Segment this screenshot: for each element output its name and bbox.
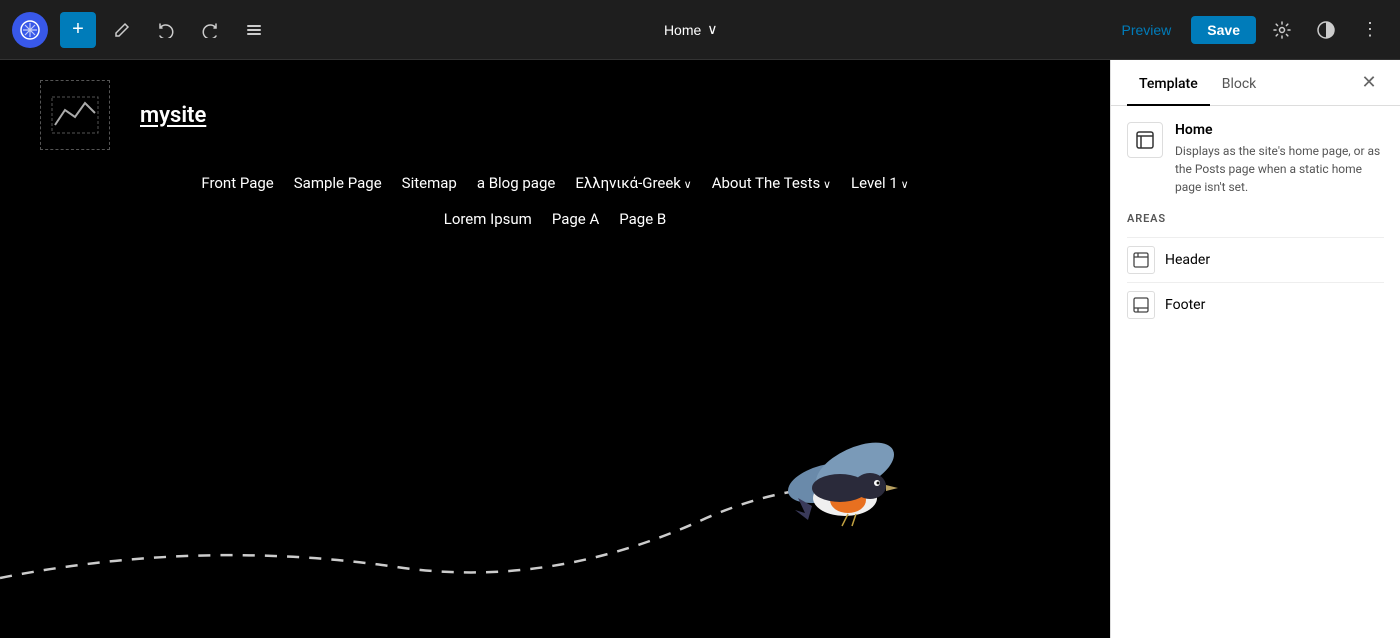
toolbar-right: Preview Save ⋮ xyxy=(1110,12,1389,48)
nav-item-page-b[interactable]: Page B xyxy=(619,206,666,232)
edit-button[interactable] xyxy=(104,12,140,48)
redo-button[interactable] xyxy=(192,12,228,48)
nav-menu-row2: Lorem Ipsum Page A Page B xyxy=(0,206,1110,242)
nav-item-level1[interactable]: Level 1 xyxy=(851,170,909,196)
footer-area-label: Footer xyxy=(1165,297,1205,313)
header-area-label: Header xyxy=(1165,252,1210,268)
style-button[interactable] xyxy=(1308,12,1344,48)
home-description: Displays as the site's home page, or as … xyxy=(1175,142,1384,196)
right-panel: Template Block ✕ Home Displays as the si… xyxy=(1110,60,1400,638)
toolbar-center: Home ∨ xyxy=(280,15,1102,44)
home-info: Home Displays as the site's home page, o… xyxy=(1175,122,1384,196)
toolbar: + Home ∨ Preview Save xyxy=(0,0,1400,60)
home-section: Home Displays as the site's home page, o… xyxy=(1127,122,1384,196)
areas-label: AREAS xyxy=(1127,212,1384,225)
page-title-text: Home xyxy=(664,22,701,38)
preview-button[interactable]: Preview xyxy=(1110,16,1184,44)
canvas-content: mysite Front Page Sample Page Sitemap a … xyxy=(0,60,1110,638)
panel-body: Home Displays as the site's home page, o… xyxy=(1111,106,1400,638)
more-icon: ⋮ xyxy=(1361,19,1379,40)
close-panel-button[interactable]: ✕ xyxy=(1354,60,1384,105)
home-title: Home xyxy=(1175,122,1384,138)
chevron-down-icon: ∨ xyxy=(707,21,717,38)
nav-item-page-a[interactable]: Page A xyxy=(552,206,599,232)
bird-svg xyxy=(770,438,910,538)
nav-item-greek[interactable]: Ελληνικά-Greek xyxy=(575,170,691,196)
footer-area-icon xyxy=(1127,291,1155,319)
save-button[interactable]: Save xyxy=(1191,16,1256,44)
undo-button[interactable] xyxy=(148,12,184,48)
area-item-header[interactable]: Header xyxy=(1127,237,1384,282)
settings-button[interactable] xyxy=(1264,12,1300,48)
site-header: mysite xyxy=(0,60,1110,170)
canvas-area[interactable]: mysite Front Page Sample Page Sitemap a … xyxy=(0,60,1110,638)
dashed-curve-svg xyxy=(0,408,1110,608)
area-item-footer[interactable]: Footer xyxy=(1127,282,1384,327)
add-block-button[interactable]: + xyxy=(60,12,96,48)
nav-item-lorem-ipsum[interactable]: Lorem Ipsum xyxy=(444,206,532,232)
panel-tabs: Template Block ✕ xyxy=(1111,60,1400,106)
nav-menu: Front Page Sample Page Sitemap a Blog pa… xyxy=(0,170,1110,206)
more-options-button[interactable]: ⋮ xyxy=(1352,12,1388,48)
page-title-button[interactable]: Home ∨ xyxy=(652,15,730,44)
home-icon xyxy=(1127,122,1163,158)
site-name[interactable]: mysite xyxy=(140,103,206,128)
tab-template[interactable]: Template xyxy=(1127,60,1210,106)
wp-logo[interactable] xyxy=(12,12,48,48)
tools-menu-button[interactable] xyxy=(236,12,272,48)
main-layout: mysite Front Page Sample Page Sitemap a … xyxy=(0,60,1400,638)
nav-item-sitemap[interactable]: Sitemap xyxy=(402,170,457,196)
canvas-bird-area xyxy=(0,338,1110,638)
nav-item-about-tests[interactable]: About The Tests xyxy=(712,170,831,196)
site-logo[interactable] xyxy=(40,80,110,150)
header-area-icon xyxy=(1127,246,1155,274)
tab-block[interactable]: Block xyxy=(1210,60,1269,106)
nav-item-sample-page[interactable]: Sample Page xyxy=(294,170,382,196)
nav-item-blog-page[interactable]: a Blog page xyxy=(477,170,556,196)
nav-item-front-page[interactable]: Front Page xyxy=(201,170,273,196)
